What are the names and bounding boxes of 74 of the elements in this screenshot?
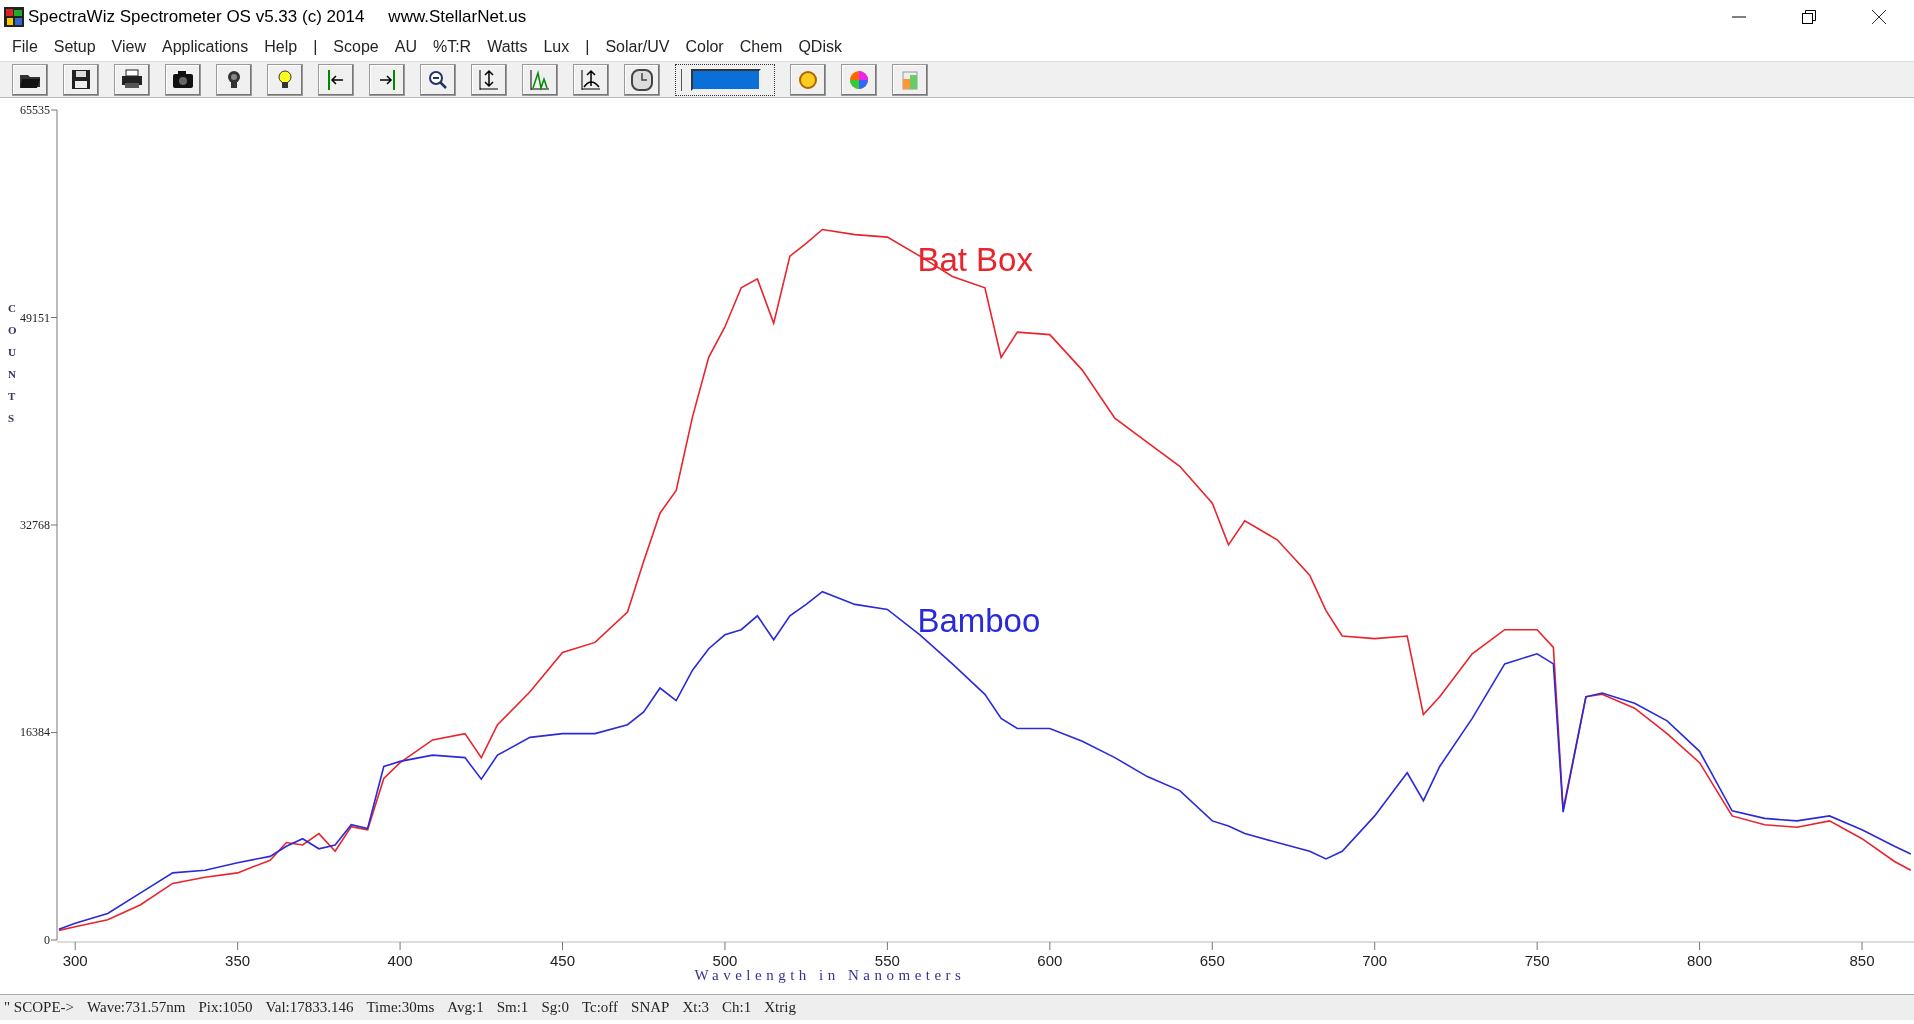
status-text: Ch:1 (722, 998, 752, 1018)
menu-item[interactable]: Solar/UV (597, 35, 678, 59)
restore-icon (1801, 8, 1817, 25)
menu-item[interactable]: Scope (325, 35, 387, 59)
series-label: Bat Box (917, 241, 1033, 279)
light-button[interactable] (267, 63, 303, 96)
status-text: Sg:0 (541, 998, 569, 1018)
status-text: Xtrig (764, 998, 796, 1018)
axis-title: Wavelength in Nanometers (694, 967, 966, 983)
tick-label: 750 (1524, 952, 1550, 969)
axis-title: COUNTS (8, 302, 17, 424)
chem-button[interactable] (892, 63, 928, 96)
website-url: www.StellarNet.us (388, 5, 527, 28)
tick-label: 700 (1362, 952, 1388, 969)
tick-label: 400 (387, 952, 413, 969)
status-text: Time:30ms (366, 998, 435, 1018)
lamp-button[interactable] (790, 63, 826, 96)
peak-button[interactable] (522, 63, 558, 96)
menu-item[interactable]: Chem (731, 35, 791, 59)
menu-item[interactable]: Lux (535, 35, 578, 59)
tick-label: 350 (225, 952, 251, 969)
menu-item[interactable]: Color (677, 35, 732, 59)
menu-item[interactable]: AU (386, 35, 425, 59)
left-limit-button[interactable] (318, 63, 354, 96)
app-icon (4, 6, 24, 27)
open-button[interactable] (12, 63, 48, 96)
snapshot-button[interactable] (165, 63, 201, 96)
status-text: Pix:1050 (198, 998, 253, 1018)
scale-up-button[interactable] (573, 63, 609, 96)
tick-label: 16384 (20, 725, 50, 740)
menu-item[interactable]: QDisk (790, 35, 850, 59)
status-text: Val:17833.146 (265, 998, 354, 1018)
zoom-out-button[interactable] (420, 63, 456, 96)
tick-label: 65535 (20, 103, 50, 117)
menu-item[interactable]: Help (256, 35, 306, 59)
save-button[interactable] (63, 63, 99, 96)
autoscale-button[interactable] (471, 63, 507, 96)
menu-item[interactable]: File (4, 35, 46, 59)
series-label: Bamboo (917, 601, 1041, 639)
print-button[interactable] (114, 63, 150, 96)
timer-button[interactable] (624, 63, 660, 96)
menu-item[interactable]: Applications (154, 35, 257, 59)
menu-separator: | (312, 37, 319, 57)
tick-label: 49151 (20, 310, 50, 325)
color-swatch[interactable] (675, 63, 775, 96)
color-button[interactable] (841, 63, 877, 96)
tick-label: 650 (1199, 952, 1225, 969)
tick-label: 850 (1849, 952, 1875, 969)
tick-label: 600 (1037, 952, 1063, 969)
tick-label: 500 (712, 952, 738, 969)
status-text: Xt:3 (682, 998, 710, 1018)
status-text: Tc:off (581, 998, 619, 1018)
tick-label: 800 (1687, 952, 1713, 969)
menu-separator: | (584, 37, 591, 57)
menu-item[interactable]: Watts (479, 35, 536, 59)
tick-label: 450 (550, 952, 576, 969)
dark-button[interactable] (216, 63, 252, 96)
tick-label: 550 (874, 952, 900, 969)
menu-item[interactable]: Setup (45, 35, 104, 59)
right-limit-button[interactable] (369, 63, 405, 96)
menu-item[interactable]: %T:R (424, 35, 480, 59)
status-text: SNAP (631, 998, 670, 1018)
status-text: " SCOPE-> (4, 998, 74, 1018)
tick-label: 0 (44, 933, 50, 947)
status-text: Wave:731.57nm (87, 998, 186, 1018)
status-text: Sm:1 (496, 998, 529, 1018)
close-icon (1871, 8, 1887, 25)
window-title: SpectraWiz Spectrometer OS v5.33 (c) 2014 (28, 5, 365, 28)
tick-label: 32768 (20, 518, 50, 532)
minimize-icon (1732, 15, 1746, 18)
status-text: Avg:1 (447, 998, 484, 1018)
gauge-icon (629, 66, 655, 93)
tick-label: 300 (62, 952, 88, 969)
menu-item[interactable]: View (103, 35, 154, 59)
